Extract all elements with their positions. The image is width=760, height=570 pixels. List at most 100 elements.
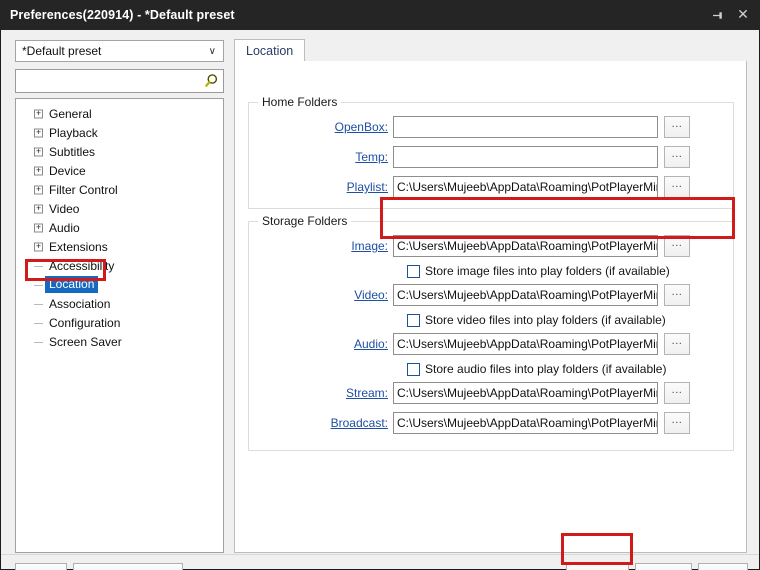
field-row-broadcast: Broadcast: C:\Users\Mujeeb\AppData\Roami… <box>263 412 690 434</box>
storage-folders-title: Storage Folders <box>258 214 352 228</box>
expand-icon[interactable]: + <box>34 242 43 251</box>
tree-item-device[interactable]: + Device <box>16 161 223 180</box>
chevron-down-icon: ∨ <box>208 45 216 57</box>
tree-item-label: Filter Control <box>49 182 118 197</box>
close-icon[interactable]: ✕ <box>730 2 756 28</box>
browse-button-video[interactable]: ... <box>664 284 690 306</box>
tree-item-label: Association <box>49 296 111 311</box>
tree-item-accessibility[interactable]: Accessibility <box>16 256 223 275</box>
tree-item-video[interactable]: + Video <box>16 199 223 218</box>
expand-icon[interactable]: + <box>34 204 43 213</box>
checkbox-row-video[interactable]: Store video files into play folders (if … <box>407 313 666 327</box>
tree-item-label: Location <box>45 276 99 293</box>
checkbox-store-image[interactable] <box>407 264 420 278</box>
ok-button[interactable]: OK <box>566 563 629 570</box>
field-row-stream: Stream: C:\Users\Mujeeb\AppData\Roaming\… <box>263 382 690 404</box>
label-image[interactable]: Image: <box>263 239 393 253</box>
tree-item-label: Accessibility <box>49 258 115 273</box>
search-box[interactable] <box>15 69 224 93</box>
label-stream[interactable]: Stream: <box>263 386 393 400</box>
input-openbox[interactable] <box>393 116 658 138</box>
tree-connector-icon <box>34 284 43 286</box>
window-title: Preferences(220914) - *Default preset <box>10 8 235 22</box>
field-row-openbox: OpenBox: ... <box>263 116 690 138</box>
search-input[interactable] <box>16 70 199 92</box>
tree-item-extensions[interactable]: + Extensions <box>16 237 223 256</box>
browse-button-image[interactable]: ... <box>664 235 690 257</box>
storage-folders-group: Storage Folders Image: C:\Users\Mujeeb\A… <box>248 214 734 451</box>
tree-item-configuration[interactable]: Configuration <box>16 313 223 332</box>
expand-icon[interactable]: + <box>34 166 43 175</box>
title-bar-buttons: ✕ <box>704 0 756 30</box>
checkbox-label-store-image: Store image files into play folders (if … <box>425 264 670 278</box>
title-bar: Preferences(220914) - *Default preset ✕ <box>0 0 760 30</box>
input-video[interactable]: C:\Users\Mujeeb\AppData\Roaming\PotPlaye… <box>393 284 658 306</box>
browse-button-stream[interactable]: ... <box>664 382 690 404</box>
input-temp[interactable] <box>393 146 658 168</box>
field-row-temp: Temp: ... <box>263 146 690 168</box>
tab-strip: Location <box>234 39 747 62</box>
field-row-video: Video: C:\Users\Mujeeb\AppData\Roaming\P… <box>263 284 690 306</box>
label-broadcast[interactable]: Broadcast: <box>263 416 393 430</box>
expand-icon[interactable]: + <box>34 185 43 194</box>
checkbox-row-image[interactable]: Store image files into play folders (if … <box>407 264 670 278</box>
tree-item-audio[interactable]: + Audio <box>16 218 223 237</box>
checkbox-label-store-audio: Store audio files into play folders (if … <box>425 362 667 376</box>
tab-location[interactable]: Location <box>234 39 306 62</box>
pin-icon[interactable] <box>704 2 730 28</box>
input-image[interactable]: C:\Users\Mujeeb\AppData\Roaming\PotPlaye… <box>393 235 658 257</box>
label-openbox[interactable]: OpenBox: <box>263 120 393 134</box>
input-stream[interactable]: C:\Users\Mujeeb\AppData\Roaming\PotPlaye… <box>393 382 658 404</box>
field-row-playlist: Playlist: C:\Users\Mujeeb\AppData\Roamin… <box>263 176 690 198</box>
home-folders-group: Home Folders OpenBox: ... Temp: ... Play… <box>248 95 734 209</box>
home-folders-title: Home Folders <box>258 95 342 109</box>
browse-button-playlist[interactable]: ... <box>664 176 690 198</box>
browse-button-temp[interactable]: ... <box>664 146 690 168</box>
label-audio[interactable]: Audio: <box>263 337 393 351</box>
input-audio[interactable]: C:\Users\Mujeeb\AppData\Roaming\PotPlaye… <box>393 333 658 355</box>
preferences-window: Preferences(220914) - *Default preset ✕ … <box>0 0 760 570</box>
expand-icon[interactable]: + <box>34 128 43 137</box>
tree-item-association[interactable]: Association <box>16 294 223 313</box>
tree-item-label: Screen Saver <box>49 334 122 349</box>
reset-button[interactable]: Reset <box>15 563 67 570</box>
settings-tree[interactable]: + General + Playback + Subtitles + Device + Filte… <box>15 98 224 553</box>
preset-dropdown[interactable]: *Default preset ∨ <box>15 40 224 62</box>
label-video[interactable]: Video: <box>263 288 393 302</box>
label-temp[interactable]: Temp: <box>263 150 393 164</box>
search-icon[interactable] <box>199 73 223 89</box>
checkbox-store-video[interactable] <box>407 313 420 327</box>
tab-page-location: Home Folders OpenBox: ... Temp: ... Play… <box>234 61 747 553</box>
tree-item-label: Extensions <box>49 239 108 254</box>
field-row-image: Image: C:\Users\Mujeeb\AppData\Roaming\P… <box>263 235 690 257</box>
tree-item-subtitles[interactable]: + Subtitles <box>16 142 223 161</box>
label-playlist[interactable]: Playlist: <box>263 180 393 194</box>
expand-icon[interactable]: + <box>34 147 43 156</box>
browse-button-broadcast[interactable]: ... <box>664 412 690 434</box>
dialog-button-bar: Reset Export Settings... OK Cancel Apply <box>1 554 759 570</box>
tree-item-playback[interactable]: + Playback <box>16 123 223 142</box>
apply-button[interactable]: Apply <box>698 563 748 570</box>
field-row-audio: Audio: C:\Users\Mujeeb\AppData\Roaming\P… <box>263 333 690 355</box>
browse-button-audio[interactable]: ... <box>664 333 690 355</box>
checkbox-label-store-video: Store video files into play folders (if … <box>425 313 666 327</box>
tree-item-location[interactable]: Location <box>16 275 223 294</box>
tree-connector-icon <box>34 322 43 324</box>
tree-connector-icon <box>34 303 43 305</box>
expand-icon[interactable]: + <box>34 223 43 232</box>
cancel-button[interactable]: Cancel <box>635 563 692 570</box>
client-area: *Default preset ∨ + General + Playback + Subt… <box>0 30 760 570</box>
expand-icon[interactable]: + <box>34 109 43 118</box>
tree-item-filter-control[interactable]: + Filter Control <box>16 180 223 199</box>
tree-connector-icon <box>34 265 43 267</box>
tree-connector-icon <box>34 341 43 343</box>
preset-value: *Default preset <box>22 44 102 58</box>
checkbox-row-audio[interactable]: Store audio files into play folders (if … <box>407 362 666 376</box>
tree-item-screen-saver[interactable]: Screen Saver <box>16 332 223 351</box>
browse-button-openbox[interactable]: ... <box>664 116 690 138</box>
export-settings-button[interactable]: Export Settings... <box>73 563 183 570</box>
tree-item-general[interactable]: + General <box>16 104 223 123</box>
input-playlist[interactable]: C:\Users\Mujeeb\AppData\Roaming\PotPlaye… <box>393 176 658 198</box>
checkbox-store-audio[interactable] <box>407 362 420 376</box>
input-broadcast[interactable]: C:\Users\Mujeeb\AppData\Roaming\PotPlaye… <box>393 412 658 434</box>
